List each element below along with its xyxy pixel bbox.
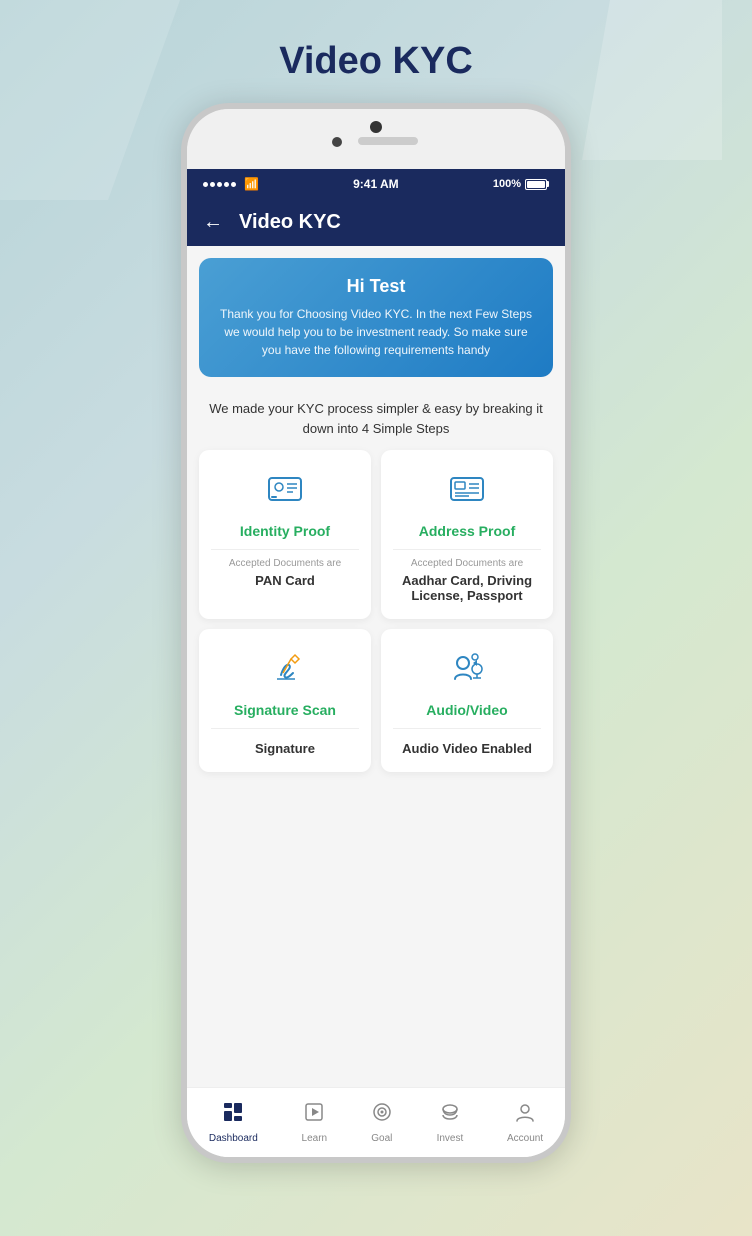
status-time: 9:41 AM bbox=[353, 177, 399, 191]
address-proof-title: Address Proof bbox=[419, 523, 515, 539]
goal-icon bbox=[371, 1101, 393, 1129]
status-bar: 📶 9:41 AM 100% bbox=[187, 169, 565, 199]
invest-label: Invest bbox=[437, 1133, 464, 1144]
bg-decoration-left bbox=[0, 0, 180, 200]
audio-video-docs-value: Audio Video Enabled bbox=[402, 741, 532, 756]
address-icon bbox=[445, 466, 489, 515]
status-right: 100% bbox=[493, 178, 549, 190]
bg-decoration-right bbox=[582, 0, 722, 160]
identity-docs-value: PAN Card bbox=[255, 573, 315, 588]
audio-video-title: Audio/Video bbox=[426, 702, 507, 718]
battery-icon bbox=[525, 179, 549, 190]
front-camera bbox=[332, 137, 342, 147]
dashboard-icon bbox=[222, 1101, 244, 1129]
address-proof-card[interactable]: Address Proof Accepted Documents are Aad… bbox=[381, 450, 553, 619]
dashboard-label: Dashboard bbox=[209, 1133, 258, 1144]
phone-frame: 📶 9:41 AM 100% ← Video KYC Hi Test Thank… bbox=[181, 103, 571, 1163]
account-icon bbox=[514, 1101, 536, 1129]
signature-icon bbox=[263, 645, 307, 694]
welcome-banner: Hi Test Thank you for Choosing Video KYC… bbox=[199, 258, 553, 377]
status-left: 📶 bbox=[203, 177, 259, 191]
card-divider-3 bbox=[211, 728, 359, 729]
identity-proof-card[interactable]: Identity Proof Accepted Documents are PA… bbox=[199, 450, 371, 619]
identity-docs-label: Accepted Documents are bbox=[229, 558, 341, 569]
address-docs-value: Aadhar Card, Driving License, Passport bbox=[393, 573, 541, 603]
header-title: Video KYC bbox=[239, 211, 341, 234]
signal-dots bbox=[203, 182, 236, 187]
audio-video-icon bbox=[445, 645, 489, 694]
phone-camera bbox=[370, 121, 382, 133]
mute-button bbox=[181, 209, 185, 244]
address-docs-label: Accepted Documents are bbox=[411, 558, 523, 569]
steps-intro: We made your KYC process simpler & easy … bbox=[203, 399, 549, 438]
card-divider-2 bbox=[393, 549, 541, 550]
card-divider-4 bbox=[393, 728, 541, 729]
card-divider-1 bbox=[211, 549, 359, 550]
volume-down-button bbox=[181, 324, 185, 374]
goal-label: Goal bbox=[371, 1133, 392, 1144]
nav-invest[interactable]: Invest bbox=[437, 1101, 464, 1144]
learn-label: Learn bbox=[302, 1133, 328, 1144]
volume-up-button bbox=[181, 259, 185, 309]
page-title: Video KYC bbox=[279, 40, 473, 83]
battery-percentage: 100% bbox=[493, 178, 521, 190]
phone-screen: 📶 9:41 AM 100% ← Video KYC Hi Test Thank… bbox=[187, 169, 565, 1157]
bottom-nav: Dashboard Learn bbox=[187, 1087, 565, 1157]
content-area: We made your KYC process simpler & easy … bbox=[187, 389, 565, 1087]
signature-scan-title: Signature Scan bbox=[234, 702, 336, 718]
back-button[interactable]: ← bbox=[203, 211, 223, 234]
banner-message: Thank you for Choosing Video KYC. In the… bbox=[215, 305, 537, 359]
power-button bbox=[567, 229, 571, 279]
nav-learn[interactable]: Learn bbox=[302, 1101, 328, 1144]
identity-proof-title: Identity Proof bbox=[240, 523, 330, 539]
nav-account[interactable]: Account bbox=[507, 1101, 543, 1144]
cards-grid: Identity Proof Accepted Documents are PA… bbox=[199, 450, 553, 772]
nav-dashboard[interactable]: Dashboard bbox=[209, 1101, 258, 1144]
account-label: Account bbox=[507, 1133, 543, 1144]
audio-video-card[interactable]: Audio/Video Audio Video Enabled bbox=[381, 629, 553, 772]
nav-goal[interactable]: Goal bbox=[371, 1101, 393, 1144]
learn-icon bbox=[303, 1101, 325, 1129]
phone-top bbox=[187, 109, 565, 169]
signature-scan-card[interactable]: Signature Scan Signature bbox=[199, 629, 371, 772]
phone-speaker bbox=[358, 137, 418, 145]
wifi-icon: 📶 bbox=[244, 177, 259, 191]
invest-icon bbox=[439, 1101, 461, 1129]
signature-docs-value: Signature bbox=[255, 741, 315, 756]
app-header: ← Video KYC bbox=[187, 199, 565, 246]
identity-icon bbox=[263, 466, 307, 515]
banner-greeting: Hi Test bbox=[215, 276, 537, 297]
